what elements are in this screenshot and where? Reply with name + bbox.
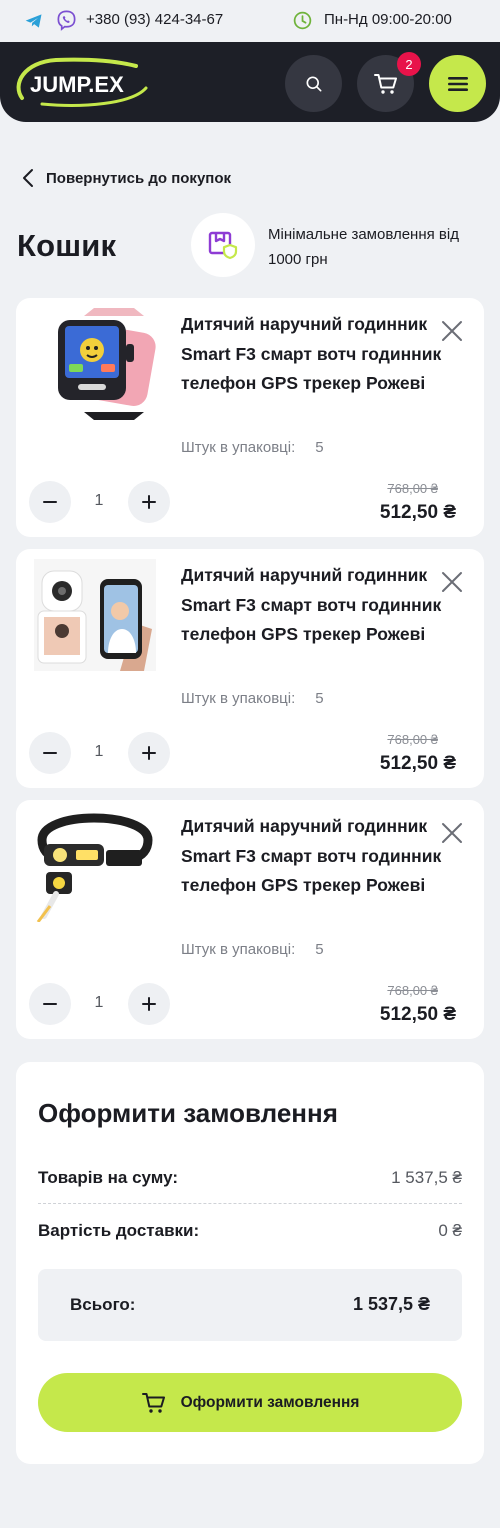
cart-button[interactable]: 2 — [357, 52, 421, 112]
chevron-left-icon — [23, 169, 33, 187]
cart-icon — [141, 1392, 165, 1413]
quantity-decrease-button[interactable] — [29, 732, 71, 774]
quantity-decrease-button[interactable] — [29, 983, 71, 1025]
divider — [38, 1203, 462, 1204]
product-image-baby-camera — [34, 559, 156, 671]
search-icon — [306, 76, 321, 91]
delivery-cost-label: Вартість доставки: — [38, 1221, 200, 1240]
cart-item: Дитячий наручний годинник Smart F3 смарт… — [16, 549, 484, 788]
order-summary: Оформити замовлення Товарів на суму: 1 5… — [16, 1062, 484, 1464]
top-contact-bar: +380 (93) 424-34-67 Пн-Нд 09:00-20:00 — [0, 0, 500, 42]
phone-number[interactable]: +380 (93) 424-34-67 — [86, 11, 223, 28]
close-icon[interactable] — [441, 571, 463, 593]
cart-item: Дитячий наручний годинник Smart F3 смарт… — [16, 800, 484, 1039]
close-icon[interactable] — [441, 822, 463, 844]
delivery-cost-value: 0 ₴ — [438, 1221, 462, 1240]
product-title[interactable]: Дитячий наручний годинник Smart F3 смарт… — [181, 812, 446, 901]
product-title[interactable]: Дитячий наручний годинник Smart F3 смарт… — [181, 561, 446, 650]
checkout-label: Оформити замовлення — [180, 1393, 360, 1411]
working-hours: Пн-Нд 09:00-20:00 — [324, 11, 452, 28]
telegram-icon[interactable] — [24, 11, 44, 31]
quantity-decrease-button[interactable] — [29, 481, 71, 523]
quantity-value[interactable]: 1 — [78, 492, 120, 510]
cart-item: Дитячий наручний годинник Smart F3 смарт… — [16, 298, 484, 537]
grand-total-label: Всього: — [70, 1295, 136, 1314]
pack-quantity: Штук в упаковці: 5 — [181, 941, 324, 958]
back-to-shopping-link[interactable]: Повернутись до покупок — [22, 168, 231, 188]
minus-icon — [43, 1003, 57, 1005]
pack-quantity: Штук в упаковці: 5 — [181, 690, 324, 707]
clock-icon — [293, 11, 312, 30]
product-image-headlamp — [36, 813, 153, 922]
summary-title: Оформити замовлення — [38, 1098, 338, 1128]
checkout-button[interactable]: Оформити замовлення — [38, 1373, 462, 1432]
quantity-increase-button[interactable] — [128, 732, 170, 774]
logo[interactable]: JUMP.EX — [12, 54, 154, 110]
menu-button[interactable] — [429, 55, 486, 112]
cart-count-badge: 2 — [397, 52, 421, 76]
quantity-increase-button[interactable] — [128, 481, 170, 523]
price: 512,50 ₴ — [379, 753, 456, 774]
min-order-badge — [191, 213, 255, 277]
logo-text: JUMP.EX — [30, 72, 124, 97]
minus-icon — [43, 501, 57, 503]
minus-icon — [43, 752, 57, 754]
min-order-text: Мінімальне замовлення від 1000 грн — [268, 226, 459, 268]
grand-total: Всього: 1 537,5 ₴ — [38, 1269, 462, 1341]
old-price: 768,00 ₴ — [387, 983, 438, 998]
close-icon[interactable] — [441, 320, 463, 342]
back-label: Повернутись до покупок — [46, 169, 232, 187]
price: 512,50 ₴ — [379, 1004, 456, 1025]
page-title: Кошик — [17, 228, 117, 263]
delivery-cost-row: Вартість доставки: 0 ₴ — [38, 1221, 462, 1241]
menu-icon — [447, 76, 468, 91]
quantity-value[interactable]: 1 — [78, 994, 120, 1012]
goods-total-row: Товарів на суму: 1 537,5 ₴ — [38, 1168, 462, 1188]
package-shield-icon — [208, 231, 238, 260]
header: JUMP.EX 2 — [0, 42, 500, 122]
plus-icon — [142, 495, 156, 509]
product-image-smartwatch — [58, 308, 156, 420]
cart-icon — [373, 73, 397, 94]
old-price: 768,00 ₴ — [387, 481, 438, 496]
goods-total-label: Товарів на суму: — [38, 1168, 179, 1187]
goods-total-value: 1 537,5 ₴ — [391, 1168, 462, 1187]
pack-quantity: Штук в упаковці: 5 — [181, 439, 324, 456]
old-price: 768,00 ₴ — [387, 732, 438, 747]
plus-icon — [142, 746, 156, 760]
product-title[interactable]: Дитячий наручний годинник Smart F3 смарт… — [181, 310, 446, 399]
quantity-increase-button[interactable] — [128, 983, 170, 1025]
search-button[interactable] — [285, 55, 342, 112]
viber-icon[interactable] — [55, 9, 78, 32]
quantity-value[interactable]: 1 — [78, 743, 120, 761]
logo-mark: JUMP.EX — [16, 57, 148, 107]
price: 512,50 ₴ — [379, 502, 456, 523]
plus-icon — [142, 997, 156, 1011]
grand-total-value: 1 537,5 ₴ — [352, 1294, 430, 1314]
